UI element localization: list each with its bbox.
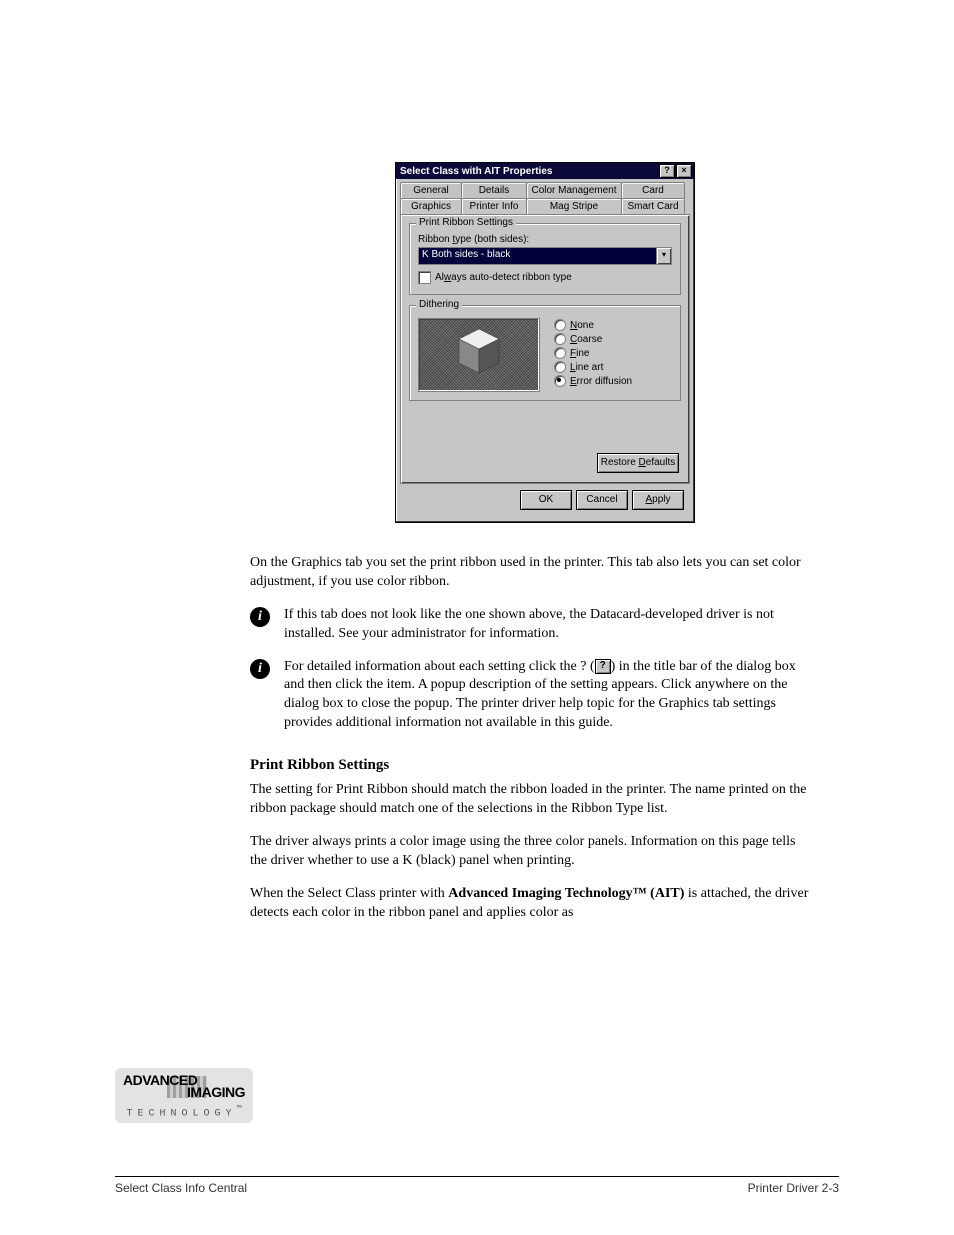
footer-right: Printer Driver 2-3 [748, 1181, 839, 1195]
help-icon[interactable]: ? [659, 164, 675, 178]
radio-fine[interactable]: Fine [554, 346, 632, 360]
tab-details[interactable]: Details [461, 182, 527, 198]
note-1: i If this tab does not look like the one… [250, 606, 810, 644]
radio-coarse[interactable]: Coarse [554, 332, 632, 346]
page-footer: Select Class Info Central Printer Driver… [115, 1176, 839, 1195]
dithering-group: Dithering [409, 305, 681, 401]
tab-card[interactable]: Card [621, 182, 685, 198]
logo-imaging: IMAGING [187, 1086, 245, 1098]
tab-mag-stripe[interactable]: Mag Stripe [526, 198, 622, 214]
ribbon-group-title: Print Ribbon Settings [416, 217, 516, 228]
ribbon-type-dropdown[interactable]: K Both sides - black ▾ [418, 247, 672, 265]
auto-detect-row[interactable]: Always auto-detect ribbon type [418, 271, 672, 284]
radio-none[interactable]: None [554, 318, 632, 332]
close-icon[interactable]: × [676, 164, 692, 178]
ait-logo: ADVANCED IMAGING TECHNOLOGY™ [115, 1068, 253, 1123]
graphics-tab-panel: Print Ribbon Settings Ribbon type (both … [400, 214, 690, 484]
info-icon: i [250, 659, 270, 679]
dialog-title: Select Class with AIT Properties [398, 166, 658, 177]
section-heading-ribbon: Print Ribbon Settings [250, 755, 810, 775]
dialog-titlebar: Select Class with AIT Properties ? × [396, 163, 694, 179]
note-2: i For detailed information about each se… [250, 658, 810, 734]
ribbon-type-label: Ribbon type (both sides): [418, 234, 672, 245]
ok-button[interactable]: OK [520, 490, 572, 510]
ribbon-para-1: The setting for Print Ribbon should matc… [250, 781, 810, 819]
note-2-text: For detailed information about each sett… [284, 658, 810, 734]
ribbon-para-2: The driver always prints a color image u… [250, 833, 810, 871]
note-1-text: If this tab does not look like the one s… [284, 606, 810, 644]
restore-defaults-button[interactable]: Restore Defaults [597, 453, 679, 473]
tab-graphics[interactable]: Graphics [400, 198, 462, 214]
dither-radio-group: None Coarse Fine Line art Error diffusio… [554, 318, 632, 392]
auto-detect-checkbox[interactable] [418, 271, 431, 284]
logo-technology: TECHNOLOGY™ [119, 1104, 249, 1119]
properties-dialog: Select Class with AIT Properties ? × Gen… [395, 162, 695, 523]
ribbon-para-3: When the Select Class printer with Advan… [250, 885, 810, 923]
ribbon-type-value: K Both sides - black [419, 248, 656, 264]
intro-paragraph: On the Graphics tab you set the print ri… [250, 554, 810, 592]
document-body: On the Graphics tab you set the print ri… [250, 554, 810, 937]
cube-icon [455, 327, 503, 383]
footer-left: Select Class Info Central [115, 1181, 247, 1195]
tab-printer-info[interactable]: Printer Info [461, 198, 527, 214]
dither-preview-image [418, 318, 540, 392]
info-icon: i [250, 607, 270, 627]
print-ribbon-settings-group: Print Ribbon Settings Ribbon type (both … [409, 223, 681, 295]
tab-general[interactable]: General [400, 182, 462, 198]
cancel-button[interactable]: Cancel [576, 490, 628, 510]
auto-detect-label: Always auto-detect ribbon type [435, 272, 572, 283]
tab-color-management[interactable]: Color Management [526, 182, 622, 198]
apply-button[interactable]: Apply [632, 490, 684, 510]
tab-smart-card[interactable]: Smart Card [621, 198, 685, 214]
dithering-group-title: Dithering [416, 299, 462, 310]
radio-error-diffusion[interactable]: Error diffusion [554, 374, 632, 388]
radio-line-art[interactable]: Line art [554, 360, 632, 374]
chevron-down-icon[interactable]: ▾ [656, 248, 671, 264]
help-icon: ? [595, 659, 611, 674]
